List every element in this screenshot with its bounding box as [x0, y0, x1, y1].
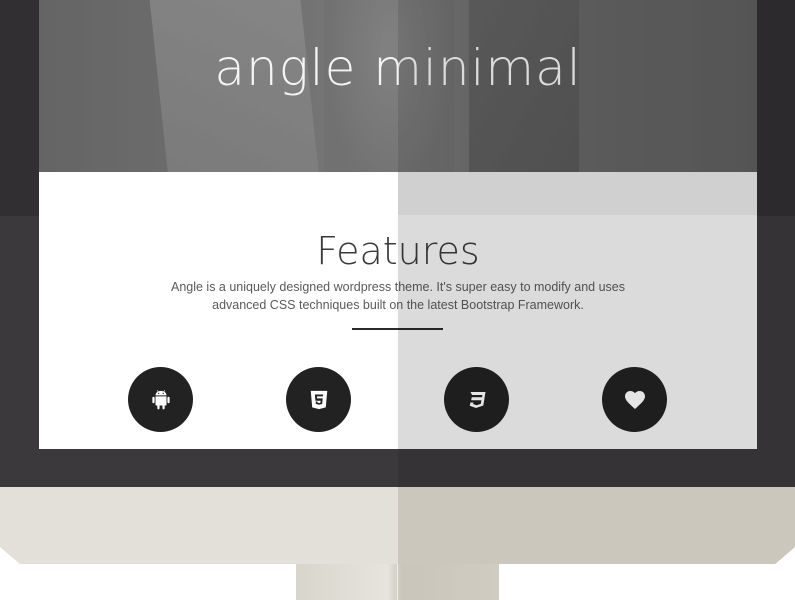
monitor-stand-highlight [397, 564, 398, 600]
bezel-glare [398, 0, 795, 487]
android-icon[interactable] [128, 367, 193, 432]
html5-icon[interactable] [286, 367, 351, 432]
monitor-chin-shade [398, 487, 795, 564]
